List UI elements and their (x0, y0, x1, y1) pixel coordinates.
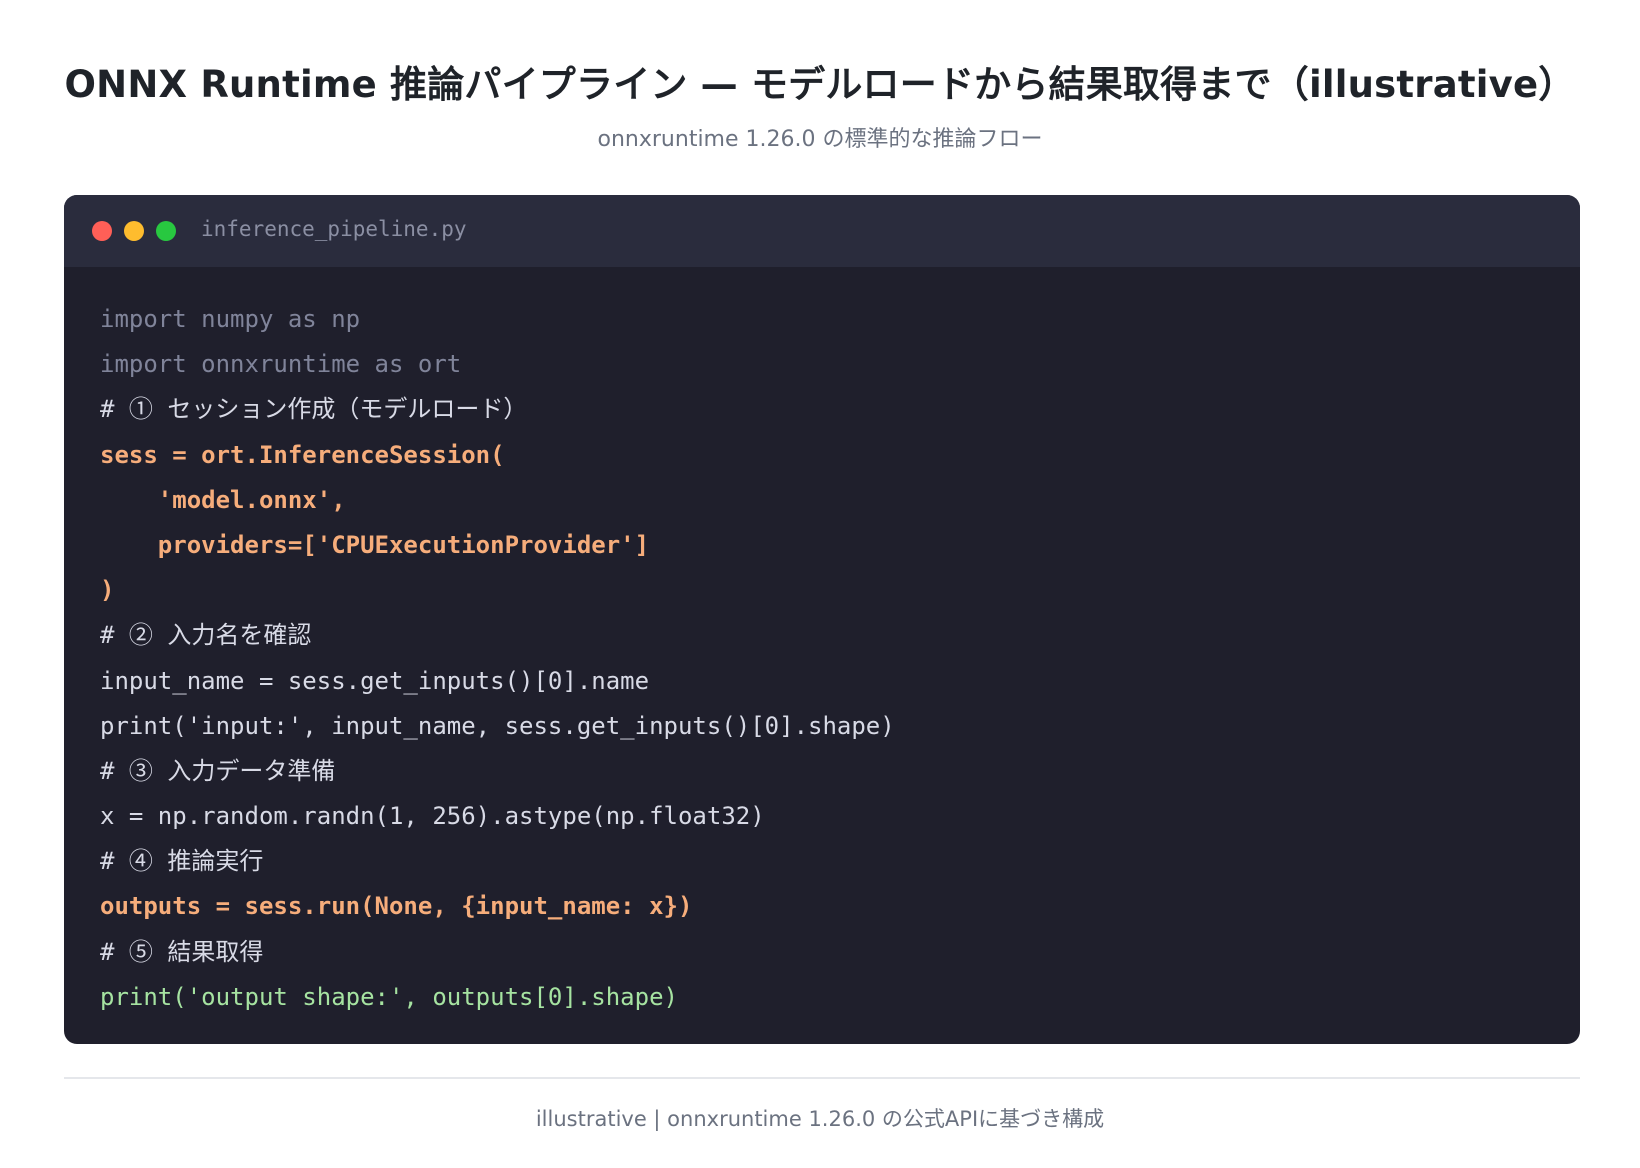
code-line: print('output shape:', outputs[0].shape) (100, 982, 678, 1011)
file-name-tab: inference_pipeline.py (201, 217, 467, 241)
code-line: import onnxruntime as ort (100, 350, 462, 379)
footer-note: illustrative | onnxruntime 1.26.0 の公式API… (535, 1107, 1105, 1131)
code-window-titlebar: inference_pipeline.py (64, 195, 1580, 267)
code-line: providers=['CPUExecutionProvider'] (100, 530, 650, 559)
code-line: input_name = sess.get_inputs()[0].name (100, 666, 650, 695)
code-line: x = np.random.randn(1, 256).astype(np.fl… (100, 802, 765, 831)
code-block: import numpy as np import onnxruntime as… (100, 297, 895, 1020)
code-line: # ⑤ 結果取得 (100, 937, 264, 966)
code-line: print('input:', input_name, sess.get_inp… (100, 711, 895, 740)
code-line: import numpy as np (100, 305, 361, 333)
code-line: # ① セッション作成（モデルロード） (100, 395, 528, 424)
code-line: ) (100, 576, 115, 605)
close-window-icon[interactable] (92, 221, 112, 241)
code-line: # ② 入力名を確認 (100, 621, 312, 650)
page-title: ONNX Runtime 推論パイプライン — モデルロードから結果取得まで（i… (64, 63, 1576, 106)
code-window: inference_pipeline.py import numpy as np… (64, 195, 1580, 1044)
minimize-window-icon[interactable] (124, 221, 144, 241)
code-line: # ③ 入力データ準備 (100, 756, 336, 785)
code-line: sess = ort.InferenceSession( (100, 440, 505, 469)
code-line: outputs = sess.run(None, {input_name: x}… (100, 892, 693, 921)
page-subtitle: onnxruntime 1.26.0 の標準的な推論フロー (597, 127, 1043, 152)
footer-divider (64, 1077, 1580, 1079)
maximize-window-icon[interactable] (156, 221, 176, 241)
code-line: # ④ 推論実行 (100, 847, 264, 876)
code-line: 'model.onnx', (100, 485, 346, 514)
